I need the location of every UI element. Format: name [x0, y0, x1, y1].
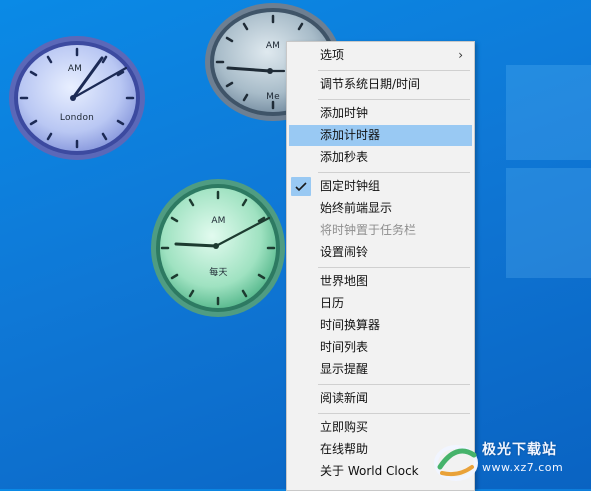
watermark-url: www.xz7.com — [482, 461, 564, 474]
london-clock[interactable]: AM London — [8, 35, 146, 161]
clock-face — [151, 179, 285, 317]
menu-separator — [318, 70, 470, 71]
clock-am-label: AM — [211, 216, 226, 226]
menu-item-time-list[interactable]: 时间列表 — [289, 337, 472, 358]
menu-item-label: 关于 World Clock — [320, 464, 419, 478]
menu-item-label: 立即购买 — [320, 420, 369, 434]
menu-item-set-alarm[interactable]: 设置闹铃 — [289, 242, 472, 263]
world-clock-green[interactable]: AM 每天 — [150, 178, 287, 318]
watermark-logo-icon — [434, 445, 478, 481]
menu-item-time-converter[interactable]: 时间换算器 — [289, 315, 472, 336]
watermark-text: 极光下载站 — [482, 442, 557, 458]
checkmark-icon — [291, 177, 311, 196]
menu-item-label: 选项 — [320, 48, 345, 62]
menu-item-add-stopwatch[interactable]: 添加秒表 — [289, 147, 472, 168]
menu-item-read-news[interactable]: 阅读新闻 — [289, 388, 472, 409]
menu-item-label: 添加秒表 — [320, 150, 369, 164]
menu-item-adjust-system-datetime[interactable]: 调节系统日期/时间 — [289, 74, 472, 95]
menu-item-label: 世界地图 — [320, 274, 369, 288]
menu-separator — [318, 99, 470, 100]
menu-item-label: 始终前端显示 — [320, 201, 393, 215]
clock-city-label: 每天 — [209, 268, 228, 278]
menu-item-lock-clock-group[interactable]: 固定时钟组 — [289, 176, 472, 197]
menu-item-label: 显示提醒 — [320, 362, 369, 376]
menu-item-add-timer[interactable]: 添加计时器 — [289, 125, 472, 146]
menu-item-add-clock[interactable]: 添加时钟 — [289, 103, 472, 124]
menu-item-label: 添加时钟 — [320, 106, 369, 120]
menu-item-label: 时间换算器 — [320, 318, 381, 332]
menu-item-world-map[interactable]: 世界地图 — [289, 271, 472, 292]
menu-separator — [318, 413, 470, 414]
watermark: 极光下载站 www.xz7.com — [430, 435, 591, 489]
menu-separator — [318, 384, 470, 385]
context-menu: 选项 › 调节系统日期/时间 添加时钟 添加计时器 添加秒表 固定时钟组 始终前… — [286, 41, 475, 491]
menu-item-label: 时间列表 — [320, 340, 369, 354]
menu-separator — [318, 172, 470, 173]
windows-logo-pane — [506, 65, 591, 160]
windows-logo-pane — [506, 168, 591, 278]
menu-item-label: 日历 — [320, 296, 345, 310]
menu-item-label: 添加计时器 — [320, 128, 381, 142]
menu-item-label: 将时钟置于任务栏 — [320, 223, 417, 237]
menu-item-options[interactable]: 选项 › — [289, 45, 472, 66]
menu-item-always-on-top[interactable]: 始终前端显示 — [289, 198, 472, 219]
menu-item-show-reminders[interactable]: 显示提醒 — [289, 359, 472, 380]
menu-item-calendar[interactable]: 日历 — [289, 293, 472, 314]
clock-am-label: AM — [67, 64, 83, 74]
menu-item-label: 调节系统日期/时间 — [320, 77, 421, 91]
menu-item-label: 阅读新闻 — [320, 391, 369, 405]
submenu-arrow-icon: › — [458, 48, 463, 62]
menu-item-label: 设置闹铃 — [320, 245, 369, 259]
clock-city-label: London — [59, 113, 95, 123]
menu-item-label: 在线帮助 — [320, 442, 369, 456]
menu-separator — [318, 267, 470, 268]
clock-face — [9, 36, 145, 160]
menu-item-label: 固定时钟组 — [320, 179, 381, 193]
menu-item-put-clock-on-taskbar: 将时钟置于任务栏 — [289, 220, 472, 241]
